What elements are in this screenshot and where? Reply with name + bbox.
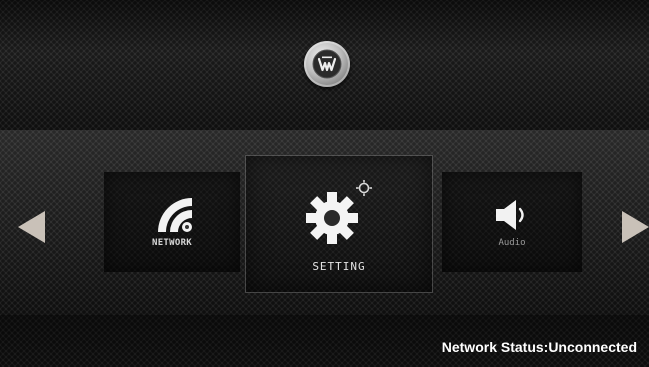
brand-logo-icon xyxy=(304,41,350,87)
wifi-signal-icon xyxy=(158,198,192,232)
menu-item-setting[interactable]: SETTING xyxy=(245,155,433,293)
prev-arrow-icon[interactable] xyxy=(18,211,45,243)
menu-item-network-label: NETWORK xyxy=(151,238,193,248)
speaker-icon xyxy=(496,200,524,230)
network-status-text: Network Status:Unconnected xyxy=(441,339,637,355)
menu-item-setting-label: SETTING xyxy=(312,260,366,273)
menu-item-audio[interactable]: Audio xyxy=(442,172,582,272)
next-arrow-icon[interactable] xyxy=(622,211,649,243)
menu-item-network[interactable]: NETWORK xyxy=(104,172,240,272)
main-menu-screen: NETWORK SETTING Audio Network Status:Unc… xyxy=(0,0,649,367)
gear-icon xyxy=(306,180,372,244)
menu-item-audio-label: Audio xyxy=(498,238,526,248)
